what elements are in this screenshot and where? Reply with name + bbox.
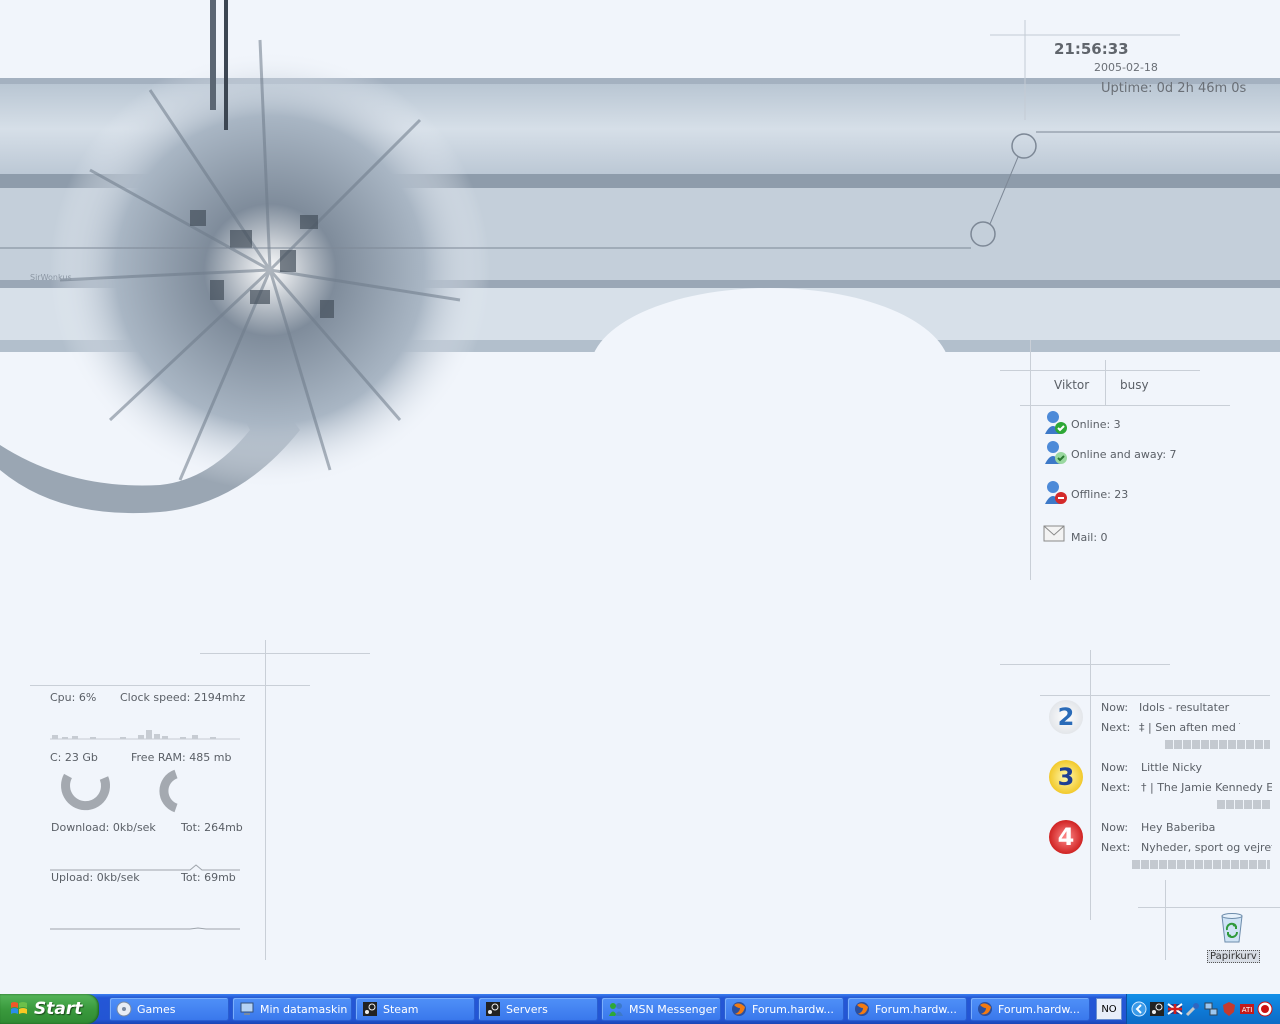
msn-user-name[interactable]: Viktor <box>1054 378 1089 392</box>
recycle-bin-label[interactable]: Papirkurv <box>1207 950 1260 963</box>
tv-now-label: Now: <box>1101 761 1129 774</box>
svg-text:ATI: ATI <box>1242 1006 1253 1014</box>
taskbar-item-msn-messenger[interactable]: MSN Messenger <box>601 997 721 1021</box>
network-connection-icon[interactable] <box>1203 1001 1219 1017</box>
taskbar-item-forum-hardw[interactable]: Forum.hardw... <box>724 997 844 1021</box>
msn-user-status[interactable]: busy <box>1120 378 1149 392</box>
clock-time: 21:56:33 <box>1054 40 1129 58</box>
tv-progress-bar <box>1165 740 1270 749</box>
msn-online-count[interactable]: Online: 3 <box>1071 418 1121 431</box>
tv-next-label: Next: <box>1101 721 1131 734</box>
network-tool-icon[interactable] <box>1185 1001 1201 1017</box>
ati-icon[interactable]: ATI <box>1239 1001 1255 1017</box>
tv-next-label: Next: <box>1101 841 1131 854</box>
tv-divider <box>1040 695 1270 696</box>
tv-now-label: Now: <box>1101 821 1129 834</box>
uk-flag-icon[interactable] <box>1167 1001 1183 1017</box>
download-speed: Download: 0kb/sek <box>51 821 156 834</box>
tv-next-label: Next: <box>1101 781 1131 794</box>
disk-c-usage: C: 23 Gb <box>50 751 98 764</box>
tv-now-label: Now: <box>1101 701 1129 714</box>
msn-away-icon <box>1045 441 1067 464</box>
tv-progress-bar <box>1132 860 1270 869</box>
taskbar-item-label: Forum.hardw... <box>998 1002 1080 1016</box>
firefox-icon <box>732 1002 746 1016</box>
taskbar: Start Games Min datamaskin Steam Servers MSN… <box>0 994 1280 1024</box>
tv-channel-4-logo[interactable]: 4 <box>1049 820 1083 854</box>
security-tool-icon[interactable] <box>1221 1001 1237 1017</box>
tray-expand-icon[interactable] <box>1131 1001 1147 1017</box>
taskbar-item-forum-hardw[interactable]: Forum.hardw... <box>970 997 1090 1021</box>
tv-now-program[interactable]: Hey Baberiba <box>1141 821 1215 834</box>
start-label: Start <box>34 999 83 1019</box>
msn-icon <box>609 1003 623 1016</box>
sysmon-divider <box>30 685 310 686</box>
tv-channel-3-logo[interactable]: 3 <box>1049 760 1083 794</box>
my-computer-icon <box>240 1002 254 1015</box>
msn-divider <box>1020 405 1230 406</box>
sysmon-divider <box>265 640 266 960</box>
download-total: Tot: 264mb <box>181 821 243 834</box>
taskbar-item-label: Servers <box>506 1002 548 1016</box>
taskbar-item-forum-hardw[interactable]: Forum.hardw... <box>847 997 967 1021</box>
taskbar-item-label: Games <box>137 1002 176 1016</box>
msn-offline-count[interactable]: Offline: 23 <box>1071 488 1128 501</box>
clock-uptime: Uptime: 0d 2h 46m 0s <box>1101 81 1247 96</box>
clock-speed: Clock speed: 2194mhz <box>120 691 246 704</box>
upload-speed: Upload: 0kb/sek <box>51 871 140 884</box>
ram-gauge <box>159 769 178 813</box>
tv-next-program[interactable]: ‡ | Sen aften med Th <box>1139 721 1240 734</box>
msn-mail-count[interactable]: Mail: 0 <box>1071 531 1108 544</box>
msn-away-count[interactable]: Online and away: 7 <box>1071 448 1177 461</box>
language-indicator[interactable]: NO <box>1096 998 1122 1020</box>
antivirus-icon[interactable] <box>1257 1001 1273 1017</box>
taskbar-item-label: Min datamaskin <box>260 1002 348 1016</box>
sysmon-divider <box>200 653 370 654</box>
system-tray: ATI <box>1126 994 1280 1024</box>
taskbar-item-label: Forum.hardw... <box>875 1002 957 1016</box>
desktop: SirWonkus 21:56:33 2005-02-18 Uptime: 0d… <box>0 0 1280 994</box>
tv-now-program[interactable]: Little Nicky <box>1141 761 1202 774</box>
clock-date: 2005-02-18 <box>1094 61 1158 74</box>
firefox-icon <box>978 1002 992 1016</box>
taskbar-item-games[interactable]: Games <box>109 997 229 1021</box>
games-cd-icon <box>116 1001 132 1017</box>
recycle-bin-icon[interactable] <box>1216 912 1248 944</box>
msn-divider <box>1105 360 1106 405</box>
tv-divider <box>1000 664 1170 665</box>
tv-now-program[interactable]: Idols - resultater <box>1139 701 1229 714</box>
msn-offline-icon <box>1045 481 1067 504</box>
taskbar-item-label: MSN Messenger <box>629 1002 717 1016</box>
wallpaper-signature: SirWonkus <box>30 273 72 282</box>
steam-icon <box>363 1002 377 1016</box>
steam-tray-icon[interactable] <box>1149 1001 1165 1017</box>
cpu-usage: Cpu: 6% <box>50 691 97 704</box>
taskbar-item-steam[interactable]: Steam <box>355 997 475 1021</box>
tv-progress-bar <box>1217 800 1270 809</box>
msn-divider <box>1000 370 1200 371</box>
msn-online-icon <box>1045 411 1067 434</box>
taskbar-item-label: Steam <box>383 1002 419 1016</box>
taskbar-item-servers[interactable]: Servers <box>478 997 598 1021</box>
disk-gauge <box>61 773 111 811</box>
windows-logo-icon <box>11 1002 27 1014</box>
taskbar-item-label: Forum.hardw... <box>752 1002 834 1016</box>
start-button[interactable]: Start <box>0 994 99 1024</box>
tv-divider <box>1090 650 1091 920</box>
tv-channel-2-logo[interactable]: 2 <box>1049 700 1083 734</box>
firefox-icon <box>855 1002 869 1016</box>
tv-next-program[interactable]: † | The Jamie Kennedy Ex <box>1141 781 1272 794</box>
free-ram: Free RAM: 485 mb <box>131 751 232 764</box>
upload-total: Tot: 69mb <box>181 871 236 884</box>
tv-divider <box>1165 880 1166 960</box>
taskbar-item-min-datamaskin[interactable]: Min datamaskin <box>232 997 352 1021</box>
tv-divider <box>1138 907 1280 908</box>
cpu-graph <box>50 730 240 740</box>
tv-next-program[interactable]: Nyheder, sport og vejret <box>1141 841 1272 854</box>
mail-envelope-icon <box>1043 525 1065 542</box>
msn-divider <box>1030 340 1031 580</box>
steam-icon <box>486 1002 500 1016</box>
upload-graph <box>50 927 240 930</box>
